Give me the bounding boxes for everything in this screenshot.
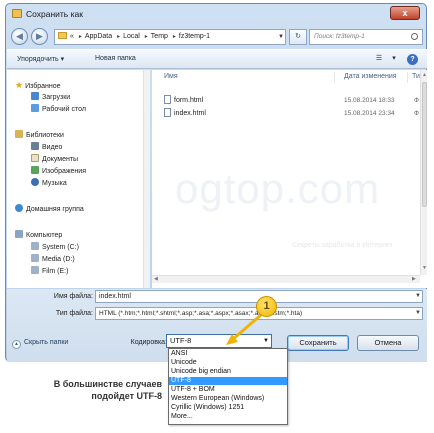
address-bar[interactable]: « ▸ AppData ▸ Local ▸ Temp ▸ fz3temp-1 ▼ xyxy=(54,29,286,45)
desktop-icon xyxy=(31,104,39,112)
title-bar[interactable]: Сохранить как x xyxy=(6,4,426,24)
help-icon[interactable]: ? xyxy=(407,54,418,65)
new-folder-button[interactable]: Новая папка xyxy=(95,55,136,62)
file-list-vertical-scrollbar[interactable]: ▲ ▼ xyxy=(420,70,427,275)
encoding-value: UTF-8 xyxy=(170,336,192,345)
folder-icon xyxy=(58,32,67,39)
documents-icon xyxy=(31,154,39,162)
drive-icon xyxy=(31,242,39,250)
encoding-option-ansi[interactable]: ANSI xyxy=(169,350,287,358)
html-file-icon xyxy=(164,95,171,104)
forward-arrow-icon[interactable]: ▶ xyxy=(31,28,48,45)
save-button[interactable]: Сохранить xyxy=(287,335,349,351)
chevron-down-icon[interactable]: ▼ xyxy=(415,308,421,319)
breadcrumb-fz3temp[interactable]: fz3temp-1 xyxy=(179,33,210,40)
sidebar-item-homegroup[interactable]: Домашняя группа xyxy=(15,204,84,215)
search-placeholder: Поиск: fz3temp-1 xyxy=(314,33,365,40)
sidebar-item-drive-d[interactable]: Media (D:) xyxy=(31,254,75,265)
pictures-icon xyxy=(31,166,39,174)
sidebar-item-documents[interactable]: Документы xyxy=(31,154,78,165)
close-button[interactable]: x xyxy=(390,6,420,20)
sidebar-item-drive-e[interactable]: Film (E:) xyxy=(31,266,68,277)
encoding-label: Кодировка: xyxy=(130,339,167,346)
file-row[interactable]: index.html xyxy=(164,108,206,119)
computer-icon xyxy=(15,230,23,238)
html-file-icon xyxy=(164,108,171,117)
filetype-label: Тип файла: xyxy=(55,310,93,317)
command-toolbar: Упорядочить ▾ Новая папка ☰ ▾ ? xyxy=(7,49,427,69)
cancel-button[interactable]: Отмена xyxy=(357,335,419,351)
sidebar-item-pictures[interactable]: Изображения xyxy=(31,166,86,177)
sidebar-item-libraries[interactable]: Библиотеки xyxy=(15,130,64,141)
address-overflow[interactable]: « xyxy=(70,33,74,40)
encoding-option-cyrillic-1251[interactable]: Cyrillic (Windows) 1251 xyxy=(169,404,287,412)
file-row[interactable]: form.html xyxy=(164,95,203,106)
encoding-option-unicode-big-endian[interactable]: Unicode big endian xyxy=(169,368,287,376)
scroll-left-icon[interactable]: ◀ xyxy=(154,276,158,282)
encoding-option-western-european[interactable]: Western European (Windows) xyxy=(169,395,287,403)
search-input[interactable]: Поиск: fz3temp-1 xyxy=(309,29,423,45)
file-date: 15.08.2014 18:33 xyxy=(344,97,395,104)
hide-folders-toggle[interactable]: ▲ Скрыть папки xyxy=(12,339,68,349)
chevron-down-icon[interactable]: ▼ xyxy=(415,291,421,302)
video-icon xyxy=(31,142,39,150)
watermark-text: ogtop.com xyxy=(175,165,381,212)
view-dropdown-icon[interactable]: ▾ xyxy=(387,53,401,66)
encoding-select[interactable]: UTF-8 ▼ xyxy=(166,334,272,348)
breadcrumb-local[interactable]: Local xyxy=(123,33,140,40)
organize-menu[interactable]: Упорядочить ▾ xyxy=(17,55,64,63)
library-icon xyxy=(15,130,23,138)
refresh-icon[interactable]: ↻ xyxy=(289,29,307,45)
homegroup-icon xyxy=(15,204,23,212)
navigation-bar: ◀ ▶ « ▸ AppData ▸ Local ▸ Temp ▸ fz3temp-1 ▼… xyxy=(9,26,425,48)
view-options-icon[interactable]: ☰ xyxy=(372,53,386,66)
back-arrow-icon[interactable]: ◀ xyxy=(11,28,28,45)
watermark-subtitle: Секреты заработка в Интернет xyxy=(292,242,393,249)
navigation-pane: ★ Избранное Загрузки Рабочий стол Библиот… xyxy=(7,70,150,288)
scroll-up-icon[interactable]: ▲ xyxy=(422,72,427,78)
scroll-down-icon[interactable]: ▼ xyxy=(422,265,427,271)
caption-text: В большинстве случаев подойдет UTF-8 xyxy=(53,379,162,401)
sidebar-item-downloads[interactable]: Загрузки xyxy=(31,92,70,103)
filename-label: Имя файла: xyxy=(53,293,93,300)
encoding-option-more[interactable]: More... xyxy=(169,413,287,421)
breadcrumb-appdata[interactable]: AppData xyxy=(85,33,112,40)
file-date: 15.08.2014 23:34 xyxy=(344,110,395,117)
drive-icon xyxy=(31,266,39,274)
scroll-thumb[interactable] xyxy=(422,82,427,207)
encoding-option-utf8-bom[interactable]: UTF-8 + BOM xyxy=(169,386,287,394)
filename-value: index.html xyxy=(99,293,131,300)
downloads-icon xyxy=(31,92,39,100)
address-dropdown-icon[interactable]: ▼ xyxy=(278,30,284,44)
sidebar-item-drive-c[interactable]: System (C:) xyxy=(31,242,79,253)
sidebar-item-computer[interactable]: Компьютер xyxy=(15,230,62,241)
breadcrumb-temp[interactable]: Temp xyxy=(151,33,168,40)
search-icon xyxy=(411,33,418,40)
encoding-dropdown-list: ANSI Unicode Unicode big endian UTF-8 UT… xyxy=(168,348,288,425)
column-header-date[interactable]: Дата изменения xyxy=(344,73,397,80)
callout-badge: 1 xyxy=(256,296,277,317)
sidebar-scrollbar[interactable] xyxy=(143,70,150,288)
drive-icon xyxy=(31,254,39,262)
window-title: Сохранить как xyxy=(26,9,83,19)
sidebar-item-music[interactable]: Музыка xyxy=(31,178,67,189)
music-icon xyxy=(31,178,39,186)
encoding-option-utf8[interactable]: UTF-8 xyxy=(169,377,287,386)
file-type: Ф xyxy=(414,110,419,117)
file-list-horizontal-scrollbar[interactable]: ◀ ▶ xyxy=(152,275,420,283)
sidebar-item-favorites[interactable]: ★ Избранное xyxy=(15,80,61,91)
notepad-icon xyxy=(12,9,22,18)
sidebar-item-desktop[interactable]: Рабочий стол xyxy=(31,104,86,115)
file-type: Ф xyxy=(414,97,419,104)
scroll-right-icon[interactable]: ▶ xyxy=(412,276,416,282)
sidebar-item-video[interactable]: Видео xyxy=(31,142,62,153)
encoding-option-unicode[interactable]: Unicode xyxy=(169,359,287,367)
chevron-down-icon[interactable]: ▼ xyxy=(263,335,269,347)
star-icon: ★ xyxy=(15,80,24,90)
column-header-name[interactable]: Имя xyxy=(164,73,178,80)
chevron-up-icon: ▲ xyxy=(12,340,21,349)
